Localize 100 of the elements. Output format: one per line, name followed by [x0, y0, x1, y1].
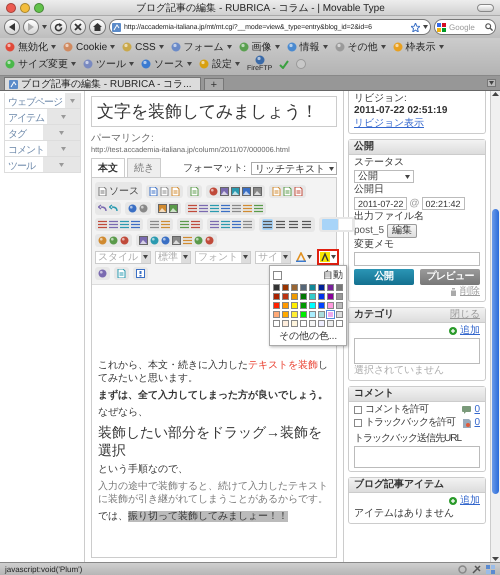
- lines-icon[interactable]: [210, 220, 219, 229]
- editor-tab[interactable]: 本文: [91, 158, 125, 177]
- toolbar-menu[interactable]: 画像: [238, 40, 280, 54]
- new-tab-button[interactable]: +: [204, 78, 224, 90]
- toolbar-menu[interactable]: ツール: [83, 57, 134, 71]
- image-icon[interactable]: [242, 186, 251, 196]
- page-icon[interactable]: [160, 186, 169, 196]
- lines-icon[interactable]: [221, 204, 230, 213]
- color-swatch[interactable]: [300, 302, 307, 309]
- color-swatch[interactable]: [318, 302, 325, 309]
- ball-icon[interactable]: [98, 269, 107, 278]
- status-select[interactable]: 公開: [354, 170, 414, 183]
- color-swatch[interactable]: [282, 311, 289, 318]
- align-button[interactable]: [262, 219, 273, 230]
- add-link[interactable]: 追加: [460, 495, 480, 507]
- window-close-button[interactable]: [6, 2, 16, 12]
- lines-icon[interactable]: [232, 220, 241, 229]
- lines-icon[interactable]: [131, 220, 140, 229]
- ball-icon[interactable]: [98, 236, 107, 245]
- automatic-color-option[interactable]: 自動: [273, 268, 343, 282]
- image-icon[interactable]: [139, 236, 148, 245]
- color-swatch[interactable]: [336, 320, 343, 327]
- color-swatch[interactable]: [282, 320, 289, 327]
- color-swatch[interactable]: [300, 320, 307, 327]
- source-button[interactable]: ソース: [98, 184, 139, 198]
- color-swatch[interactable]: [318, 284, 325, 291]
- memo-field[interactable]: [354, 252, 480, 266]
- editor-tab[interactable]: 続き: [127, 158, 161, 177]
- page-icon[interactable]: [283, 186, 292, 196]
- checkbox[interactable]: [354, 419, 362, 427]
- ball-icon[interactable]: [120, 236, 129, 245]
- page-icon[interactable]: [149, 186, 158, 196]
- edit-button[interactable]: 編集: [387, 224, 418, 238]
- lines-icon[interactable]: [161, 220, 170, 229]
- title-field[interactable]: 文字を装飾してみましょう！: [91, 96, 337, 127]
- scroll-down-arrow-icon[interactable]: [492, 556, 499, 562]
- image-icon[interactable]: [220, 186, 229, 196]
- lines-icon[interactable]: [109, 220, 118, 229]
- color-swatch[interactable]: [300, 311, 307, 318]
- image-icon[interactable]: [158, 204, 167, 213]
- ball-icon[interactable]: [139, 204, 148, 213]
- color-swatch[interactable]: [336, 293, 343, 300]
- toolbar-menu[interactable]: 設定: [199, 57, 240, 71]
- lines-icon[interactable]: [188, 204, 197, 213]
- format-select[interactable]: リッチテキスト: [251, 162, 337, 175]
- color-swatch[interactable]: [273, 320, 280, 327]
- color-swatch[interactable]: [300, 284, 307, 291]
- color-swatch[interactable]: [327, 320, 334, 327]
- home-button[interactable]: [89, 19, 106, 35]
- help-icon[interactable]: [136, 269, 145, 278]
- align-button[interactable]: [301, 219, 312, 230]
- browser-tab[interactable]: ブログ記事の編集 - RUBRICA - コラ...: [4, 77, 201, 90]
- toolbar-toggle-button[interactable]: [477, 4, 494, 12]
- color-swatch[interactable]: [336, 284, 343, 291]
- more-colors-link[interactable]: その他の色...: [278, 329, 338, 343]
- sidebar-menu-item[interactable]: コメント: [4, 141, 81, 157]
- lines-icon[interactable]: [254, 204, 263, 213]
- arrow-icon[interactable]: [109, 204, 118, 213]
- time-field[interactable]: 02:21:42: [422, 197, 465, 210]
- color-swatch[interactable]: [291, 284, 298, 291]
- lines-icon[interactable]: [183, 236, 192, 245]
- ball-icon[interactable]: [109, 236, 118, 245]
- color-swatch[interactable]: [336, 311, 343, 318]
- ball-icon[interactable]: [150, 236, 159, 245]
- toolbar-menu[interactable]: 枠表示: [392, 40, 444, 54]
- color-swatch[interactable]: [273, 311, 280, 318]
- color-swatch[interactable]: [309, 302, 316, 309]
- color-swatch[interactable]: [291, 311, 298, 318]
- toolbar-menu[interactable]: フォーム: [170, 40, 232, 54]
- sidebar-menu-item[interactable]: アイテム: [4, 109, 81, 125]
- count-link[interactable]: 0: [474, 417, 480, 429]
- color-swatch[interactable]: [282, 293, 289, 300]
- ball-icon[interactable]: [128, 204, 137, 213]
- toolbar-menu[interactable]: その他: [334, 40, 386, 54]
- lines-icon[interactable]: [243, 204, 252, 213]
- lines-icon[interactable]: [232, 204, 241, 213]
- color-swatch[interactable]: [327, 293, 334, 300]
- color-swatch[interactable]: [282, 302, 289, 309]
- sidebar-menu-item[interactable]: タグ: [4, 125, 81, 141]
- lines-icon[interactable]: [243, 220, 252, 229]
- lines-icon[interactable]: [120, 220, 129, 229]
- toolbar-menu[interactable]: 無効化: [5, 40, 56, 54]
- image-icon[interactable]: [253, 186, 262, 196]
- align-button[interactable]: [288, 219, 299, 230]
- date-field[interactable]: 2011-07-22: [354, 197, 408, 210]
- align-button[interactable]: [275, 219, 286, 230]
- image-icon[interactable]: [231, 186, 240, 196]
- color-swatch[interactable]: [327, 284, 334, 291]
- color-swatch[interactable]: [336, 302, 343, 309]
- publish-button[interactable]: 公開: [354, 269, 414, 285]
- ball-icon[interactable]: [209, 186, 218, 196]
- page-icon[interactable]: [272, 186, 281, 196]
- window-zoom-button[interactable]: [34, 2, 44, 12]
- page-icon[interactable]: [171, 186, 180, 196]
- color-swatch[interactable]: [318, 320, 325, 327]
- image-icon[interactable]: [169, 204, 178, 213]
- text-color-button[interactable]: [317, 249, 339, 265]
- color-swatch[interactable]: [291, 302, 298, 309]
- color-swatch[interactable]: [300, 293, 307, 300]
- color-swatch[interactable]: [327, 302, 334, 309]
